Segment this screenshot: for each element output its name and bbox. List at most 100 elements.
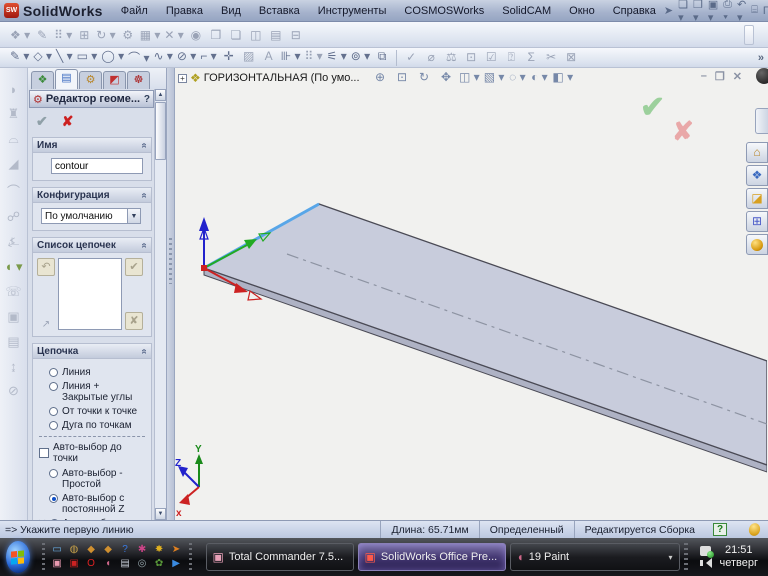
taskpane-view-palette-icon[interactable]: ⊞	[746, 211, 768, 232]
section-properties-icon[interactable]: ⊡	[461, 49, 481, 66]
chevron-down-icon[interactable]: ▼	[127, 209, 140, 223]
trim-icon[interactable]: ⚟ ▾	[325, 48, 349, 67]
point-icon[interactable]: ✛	[219, 48, 239, 67]
volume-icon[interactable]	[699, 558, 712, 568]
pattern-icon[interactable]: ⠿ ▾	[303, 48, 325, 67]
fillet-feature-icon[interactable]: ☍	[7, 209, 20, 225]
taskbar-button-total-commander[interactable]: ▣ Total Commander 7.5...	[205, 543, 354, 571]
smart-fasteners-icon[interactable]: ⊞	[74, 27, 94, 43]
undo-chain-button[interactable]: ↶	[37, 258, 55, 276]
name-input[interactable]	[51, 158, 143, 174]
ql-media-play-icon[interactable]: ▶	[172, 558, 180, 570]
menu-view[interactable]: Вид	[213, 3, 249, 19]
group-caret-icon[interactable]: ▾	[668, 553, 672, 562]
toolbar-overflow-button[interactable]: »	[758, 52, 764, 64]
taskpane-collapsed-strip[interactable]	[755, 108, 768, 134]
extruded-boss-icon[interactable]: ◗	[10, 82, 18, 97]
radio-line-closed-corners[interactable]: Линия + Закрытые углы	[49, 381, 147, 403]
line-icon[interactable]: ╲ ▾	[54, 48, 75, 67]
extruded-cut-icon[interactable]: ⌒	[7, 181, 20, 200]
menu-edit[interactable]: Правка	[158, 3, 211, 19]
tray-grip[interactable]	[683, 543, 688, 571]
taskbar-clock[interactable]: 21:51 четверг	[720, 544, 759, 570]
bom-icon[interactable]: ⊟	[286, 27, 306, 43]
taskpane-appearances-button[interactable]	[746, 234, 768, 255]
ql-document-icon[interactable]: ▤	[120, 558, 129, 570]
text-icon[interactable]: A	[259, 48, 279, 67]
circle-icon[interactable]: ◯ ▾	[99, 48, 126, 67]
start-button[interactable]	[6, 541, 30, 573]
undo-icon[interactable]: ↶ ▾	[737, 0, 746, 24]
ql-star-app-icon[interactable]: ✸	[155, 544, 163, 556]
taskpane-file-explorer-icon[interactable]: ◪	[746, 188, 768, 209]
fillet-icon[interactable]: ⌐ ▾	[198, 48, 218, 67]
menu-window[interactable]: Окно	[561, 3, 603, 19]
delete-chain-button[interactable]: ✘	[125, 312, 143, 330]
select-cursor-icon[interactable]: ➤	[664, 4, 673, 17]
chain-listbox[interactable]	[58, 258, 122, 330]
menu-insert[interactable]: Вставка	[251, 3, 308, 19]
mirror-icon[interactable]: ⊪ ▾	[279, 48, 303, 67]
shell-icon[interactable]: ◖ ▾	[5, 259, 23, 275]
menu-solidcam[interactable]: SolidCAM	[494, 3, 559, 19]
arc-icon[interactable]: ⌒ ▾	[126, 48, 151, 67]
hide-show-items-icon[interactable]: ◌ ▾	[508, 70, 526, 84]
graphics-viewport[interactable]: Y Z x + ❖ ГОРИЗОНТАЛЬНАЯ (По умо... ⊕ ⊡ ↻ ✥…	[175, 68, 768, 520]
tab-addin[interactable]: ☸	[127, 71, 150, 89]
menu-help[interactable]: Справка	[605, 3, 664, 19]
taskpane-orb-icon[interactable]	[756, 68, 768, 84]
taskpane-design-library-icon[interactable]: ❖	[746, 165, 768, 186]
doc-minimize-button[interactable]: –	[701, 70, 707, 83]
radio-line[interactable]: Линия	[49, 367, 147, 378]
scroll-thumb[interactable]	[155, 102, 166, 160]
radio-autoselect-constant-z[interactable]: Авто-выбор с постоянной Z	[49, 493, 147, 515]
cancel-button[interactable]: ✘	[62, 113, 74, 130]
taskpane-resources-icon[interactable]: ⌂	[746, 142, 768, 163]
display-style-icon[interactable]: ▧ ▾	[484, 70, 505, 84]
ql-helmet1-icon[interactable]: ◆	[87, 544, 95, 556]
draft-icon[interactable]: ☏	[5, 284, 21, 300]
confirm-cancel-icon[interactable]: ✘	[672, 116, 694, 147]
ql-colorful-app-icon[interactable]: ✱	[138, 544, 146, 556]
standard-views-icon[interactable]: ◫ ▾	[459, 70, 480, 84]
smart-dimension-icon[interactable]: ◇ ▾	[31, 48, 54, 67]
rib-icon[interactable]: ⍼	[8, 234, 19, 250]
panel-scrollbar[interactable]: ▲ ▼	[154, 89, 166, 520]
section-view-icon[interactable]: ◧ ▾	[552, 70, 573, 84]
panel-help-button[interactable]: ?	[144, 94, 150, 105]
ql-orange-arrow-icon[interactable]: ➤	[172, 544, 180, 556]
quicklaunch-grip[interactable]	[188, 543, 192, 571]
assembly-features-icon[interactable]: ▦ ▾	[138, 27, 163, 43]
linear-pattern-icon[interactable]: ⠿ ▾	[52, 27, 74, 43]
convert-icon[interactable]: ⧉	[372, 48, 392, 67]
spellcheck-icon[interactable]: ✓	[401, 49, 421, 66]
configuration-select[interactable]: По умолчанию ▼	[41, 208, 141, 224]
tab-configurationmanager[interactable]: ⚙	[79, 71, 102, 89]
swept-boss-icon[interactable]: ⌓	[8, 131, 18, 147]
print-icon[interactable]: ⎙ ▾	[723, 0, 732, 24]
move-component-icon[interactable]: ↻ ▾	[94, 27, 117, 43]
dome-icon[interactable]: ▤	[7, 334, 19, 350]
ql-pink-app-icon[interactable]: ▣	[52, 558, 61, 570]
taskbar-button-solidworks[interactable]: ▣ SolidWorks Office Pre...	[357, 543, 506, 571]
radio-autoselect-simple[interactable]: Авто-выбор - Простой	[49, 468, 147, 490]
taskbar-button-paint[interactable]: ◖ 19 Paint ▾	[509, 543, 680, 571]
ql-green-app-icon[interactable]: ✿	[155, 558, 163, 570]
doc-restore-button[interactable]: ❐	[715, 70, 725, 83]
ql-helmet2-icon[interactable]: ◆	[104, 544, 112, 556]
mate-icon[interactable]: ✎	[32, 27, 52, 43]
save-icon[interactable]: ▣ ▾	[708, 0, 718, 24]
checkbox-autoselect-to-point[interactable]: Авто-выбор до точки	[39, 442, 147, 464]
insert-component-icon[interactable]: ❖ ▾	[8, 27, 32, 43]
pan-icon[interactable]: ✥	[437, 70, 455, 84]
assembly-xpert-icon[interactable]: ▤	[266, 27, 286, 43]
confirm-ok-icon[interactable]: ✔	[640, 90, 665, 125]
compare-icon[interactable]: ⊠	[561, 49, 581, 66]
ql-solidworks-icon[interactable]: ▣	[69, 558, 78, 570]
panel-splitter[interactable]	[167, 68, 175, 520]
equations-icon[interactable]: Σ	[521, 49, 541, 66]
quick-tips-icon[interactable]: ?	[713, 523, 727, 536]
hole-wizard-icon[interactable]: ▣	[7, 309, 19, 325]
zoom-area-icon[interactable]: ⊡	[393, 70, 411, 84]
measure-icon[interactable]: ⌀	[421, 49, 441, 66]
